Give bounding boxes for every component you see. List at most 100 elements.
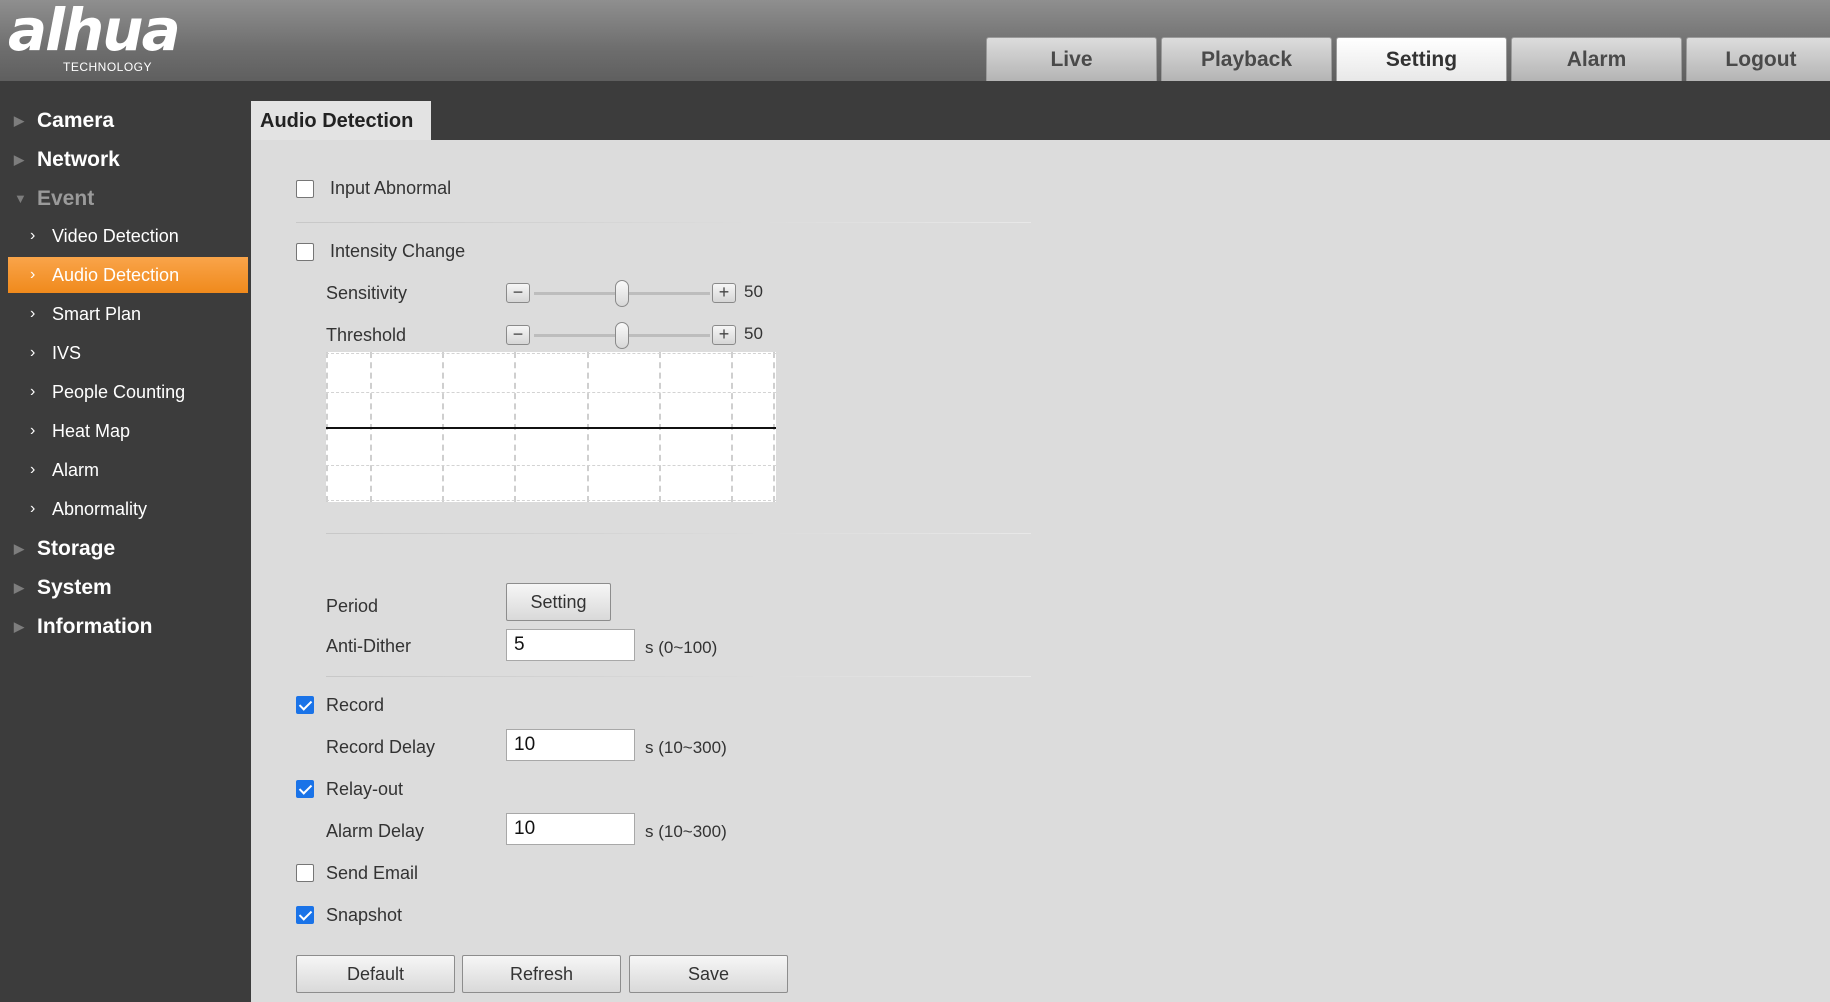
chevron-right-icon: › xyxy=(30,227,36,244)
record-delay-label: Record Delay xyxy=(326,737,436,757)
period-label: Period xyxy=(326,596,379,616)
caret-right-icon: ▶ xyxy=(14,152,24,167)
alarm-delay-unit: s (10~300) xyxy=(645,822,727,841)
sidebar-group-network[interactable]: ▶ Network xyxy=(0,141,251,179)
intensity-change-label: Intensity Change xyxy=(330,241,466,261)
chevron-right-icon: › xyxy=(30,266,36,283)
save-button[interactable]: Save xyxy=(629,955,788,993)
sidebar-item-video-detection[interactable]: › Video Detection xyxy=(8,218,248,254)
sensitivity-value: 50 xyxy=(744,282,763,301)
threshold-slider[interactable]: − + xyxy=(506,322,736,349)
threshold-label: Threshold xyxy=(326,325,407,345)
anti-dither-unit: s (0~100) xyxy=(645,638,718,657)
sidebar-item-alarm[interactable]: › Alarm xyxy=(8,452,248,488)
main-area: Audio Detection Input Abnormal Intensity… xyxy=(251,81,1830,1002)
sidebar-group-information[interactable]: ▶ Information xyxy=(0,608,251,646)
sidebar-item-label: IVS xyxy=(52,343,82,363)
sidebar-group-label: System xyxy=(37,576,112,599)
audio-intensity-graph xyxy=(326,352,776,502)
record-delay-input[interactable]: 10 xyxy=(506,729,635,761)
refresh-button[interactable]: Refresh xyxy=(462,955,621,993)
sidebar-item-label: Video Detection xyxy=(52,226,179,246)
period-setting-button[interactable]: Setting xyxy=(506,583,611,621)
sidebar-item-abnormality[interactable]: › Abnormality xyxy=(8,491,248,527)
tab-playback[interactable]: Playback xyxy=(1161,37,1332,81)
plus-icon[interactable]: + xyxy=(712,325,736,345)
send-email-label: Send Email xyxy=(326,863,419,883)
chevron-right-icon: › xyxy=(30,461,36,478)
caret-right-icon: ▶ xyxy=(14,541,24,556)
slider-thumb[interactable] xyxy=(615,280,629,307)
sidebar-group-label: Event xyxy=(37,187,95,210)
threshold-value: 50 xyxy=(744,324,763,343)
chevron-right-icon: › xyxy=(30,344,36,361)
sidebar: ▶ Camera ▶ Network ▼ Event › Video Detec… xyxy=(0,81,251,1002)
grid-line xyxy=(326,500,776,501)
sidebar-group-system[interactable]: ▶ System xyxy=(0,569,251,607)
sidebar-item-label: Smart Plan xyxy=(52,304,142,324)
sidebar-group-label: Information xyxy=(37,615,153,638)
minus-icon[interactable]: − xyxy=(506,325,530,345)
tab-setting[interactable]: Setting xyxy=(1336,37,1507,81)
sensitivity-slider[interactable]: − + xyxy=(506,280,736,307)
caret-right-icon: ▶ xyxy=(14,580,24,595)
intensity-change-checkbox[interactable] xyxy=(296,243,314,261)
threshold-line xyxy=(326,427,776,429)
grid-line xyxy=(326,465,776,466)
alarm-delay-label: Alarm Delay xyxy=(326,821,425,841)
input-abnormal-label: Input Abnormal xyxy=(330,178,452,198)
chevron-right-icon: › xyxy=(30,422,36,439)
record-label: Record xyxy=(326,695,385,715)
snapshot-checkbox[interactable] xyxy=(296,906,314,924)
tab-logout[interactable]: Logout xyxy=(1686,37,1830,81)
sidebar-group-label: Network xyxy=(37,148,120,171)
tab-alarm[interactable]: Alarm xyxy=(1511,37,1682,81)
sidebar-group-storage[interactable]: ▶ Storage xyxy=(0,530,251,568)
sensitivity-label: Sensitivity xyxy=(326,283,408,303)
sidebar-item-label: People Counting xyxy=(52,382,186,402)
sidebar-item-smart-plan[interactable]: › Smart Plan xyxy=(8,296,248,332)
snapshot-label: Snapshot xyxy=(326,905,403,925)
caret-right-icon: ▶ xyxy=(14,619,24,634)
logo-subtitle: TECHNOLOGY xyxy=(63,60,153,74)
record-checkbox[interactable] xyxy=(296,696,314,714)
default-button[interactable]: Default xyxy=(296,955,455,993)
input-abnormal-checkbox[interactable] xyxy=(296,180,314,198)
anti-dither-input[interactable]: 5 xyxy=(506,629,635,661)
alarm-delay-input[interactable]: 10 xyxy=(506,813,635,845)
sidebar-item-label: Alarm xyxy=(52,460,100,480)
sidebar-group-label: Camera xyxy=(37,109,115,132)
header: alhua TECHNOLOGY Live Playback Setting A… xyxy=(0,0,1830,81)
sidebar-group-camera[interactable]: ▶ Camera xyxy=(0,102,251,140)
minus-icon[interactable]: − xyxy=(506,283,530,303)
sidebar-item-people-counting[interactable]: › People Counting xyxy=(8,374,248,410)
caret-right-icon: ▶ xyxy=(14,113,24,128)
logo-wordmark: alhua xyxy=(8,0,181,64)
relay-out-label: Relay-out xyxy=(326,779,404,799)
tab-live[interactable]: Live xyxy=(986,37,1157,81)
divider xyxy=(326,676,1031,677)
dahua-logo: alhua TECHNOLOGY xyxy=(8,0,228,76)
sidebar-item-label: Abnormality xyxy=(52,499,148,519)
sidebar-group-event[interactable]: ▼ Event xyxy=(0,180,251,218)
sidebar-item-label: Heat Map xyxy=(52,421,131,441)
page-title: Audio Detection xyxy=(251,101,431,141)
record-delay-unit: s (10~300) xyxy=(645,738,727,757)
sidebar-item-audio-detection[interactable]: › Audio Detection xyxy=(8,257,248,293)
sidebar-item-ivs[interactable]: › IVS xyxy=(8,335,248,371)
divider xyxy=(326,533,1031,534)
slider-thumb[interactable] xyxy=(615,322,629,349)
send-email-checkbox[interactable] xyxy=(296,864,314,882)
grid-line xyxy=(326,353,776,354)
sidebar-item-label: Audio Detection xyxy=(52,265,180,285)
chevron-right-icon: › xyxy=(30,500,36,517)
plus-icon[interactable]: + xyxy=(712,283,736,303)
chevron-right-icon: › xyxy=(30,383,36,400)
relay-out-checkbox[interactable] xyxy=(296,780,314,798)
settings-panel: Input Abnormal Intensity Change Sensitiv… xyxy=(251,140,1830,1002)
grid-line xyxy=(326,392,776,393)
anti-dither-label: Anti-Dither xyxy=(326,636,412,656)
caret-down-icon: ▼ xyxy=(14,191,27,206)
chevron-right-icon: › xyxy=(30,305,36,322)
sidebar-item-heat-map[interactable]: › Heat Map xyxy=(8,413,248,449)
